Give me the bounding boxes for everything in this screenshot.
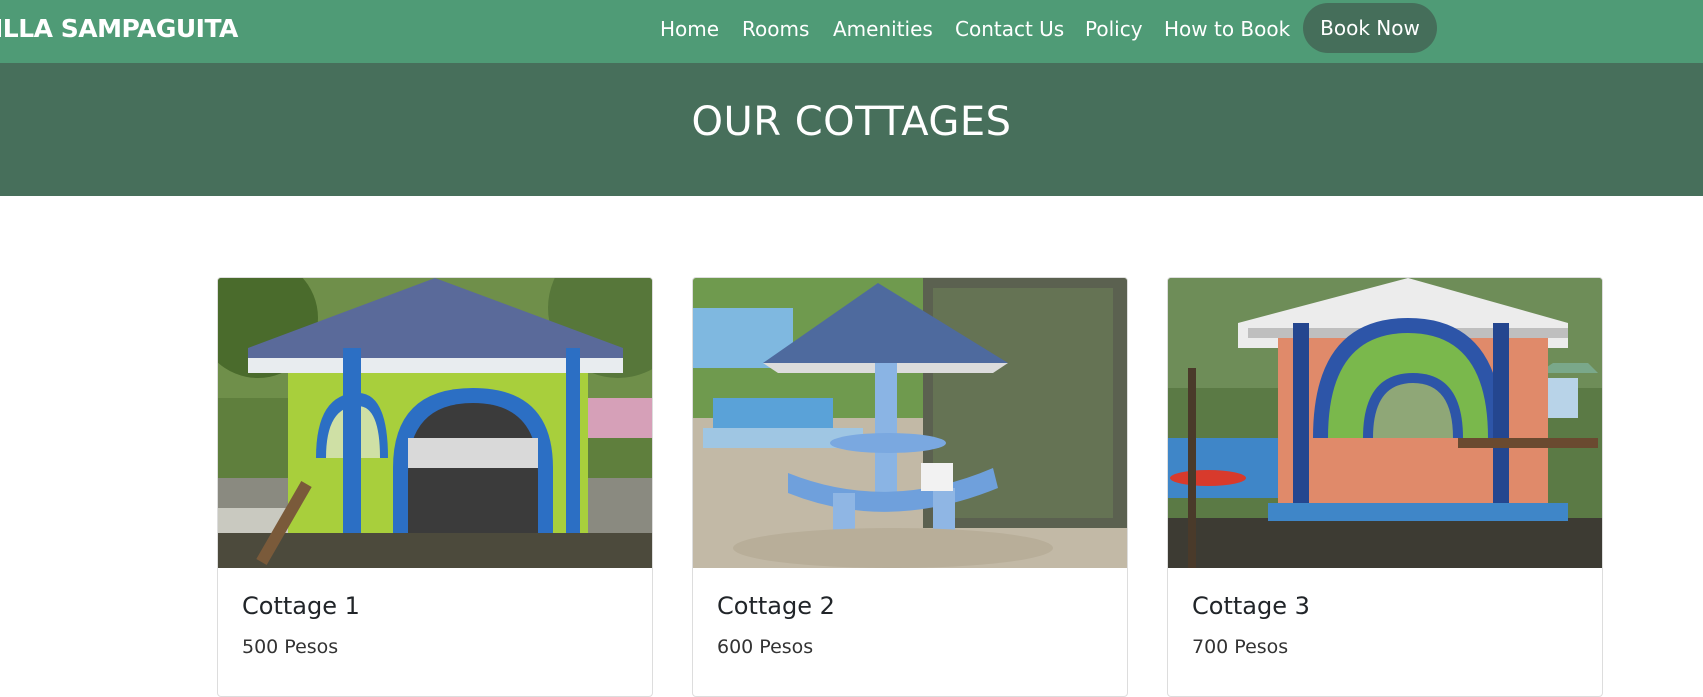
cottage-1-photo: [218, 278, 652, 568]
cottage-3-photo: [1168, 278, 1602, 568]
cottage-1-title: Cottage 1: [242, 592, 360, 620]
top-navbar: ILLA SAMPAGUITA Home Rooms Amenities Con…: [0, 0, 1703, 63]
book-now-button[interactable]: Book Now: [1303, 3, 1437, 53]
cottage-3-title: Cottage 3: [1192, 592, 1310, 620]
brand-logo-text[interactable]: ILLA SAMPAGUITA: [0, 14, 238, 43]
nav-how-to-book-link[interactable]: How to Book: [1164, 17, 1290, 41]
cottage-3-price: 700 Pesos: [1192, 636, 1289, 658]
cottage-card-3[interactable]: Cottage 3 700 Pesos: [1167, 277, 1603, 697]
cottage-card-1[interactable]: Cottage 1 500 Pesos: [217, 277, 653, 697]
cottage-2-title: Cottage 2: [717, 592, 835, 620]
nav-amenities-link[interactable]: Amenities: [833, 17, 933, 41]
cottage-1-price: 500 Pesos: [242, 636, 339, 658]
cottage-card-2[interactable]: Cottage 2 600 Pesos: [692, 277, 1128, 697]
cottage-2-price: 600 Pesos: [717, 636, 814, 658]
cottage-2-photo: [693, 278, 1127, 568]
page-title: OUR COTTAGES: [691, 99, 1012, 145]
nav-home-link[interactable]: Home: [660, 17, 719, 41]
page-header-banner: OUR COTTAGES: [0, 63, 1703, 196]
nav-contact-us-link[interactable]: Contact Us: [955, 17, 1064, 41]
nav-policy-link[interactable]: Policy: [1085, 17, 1143, 41]
nav-rooms-link[interactable]: Rooms: [742, 17, 809, 41]
